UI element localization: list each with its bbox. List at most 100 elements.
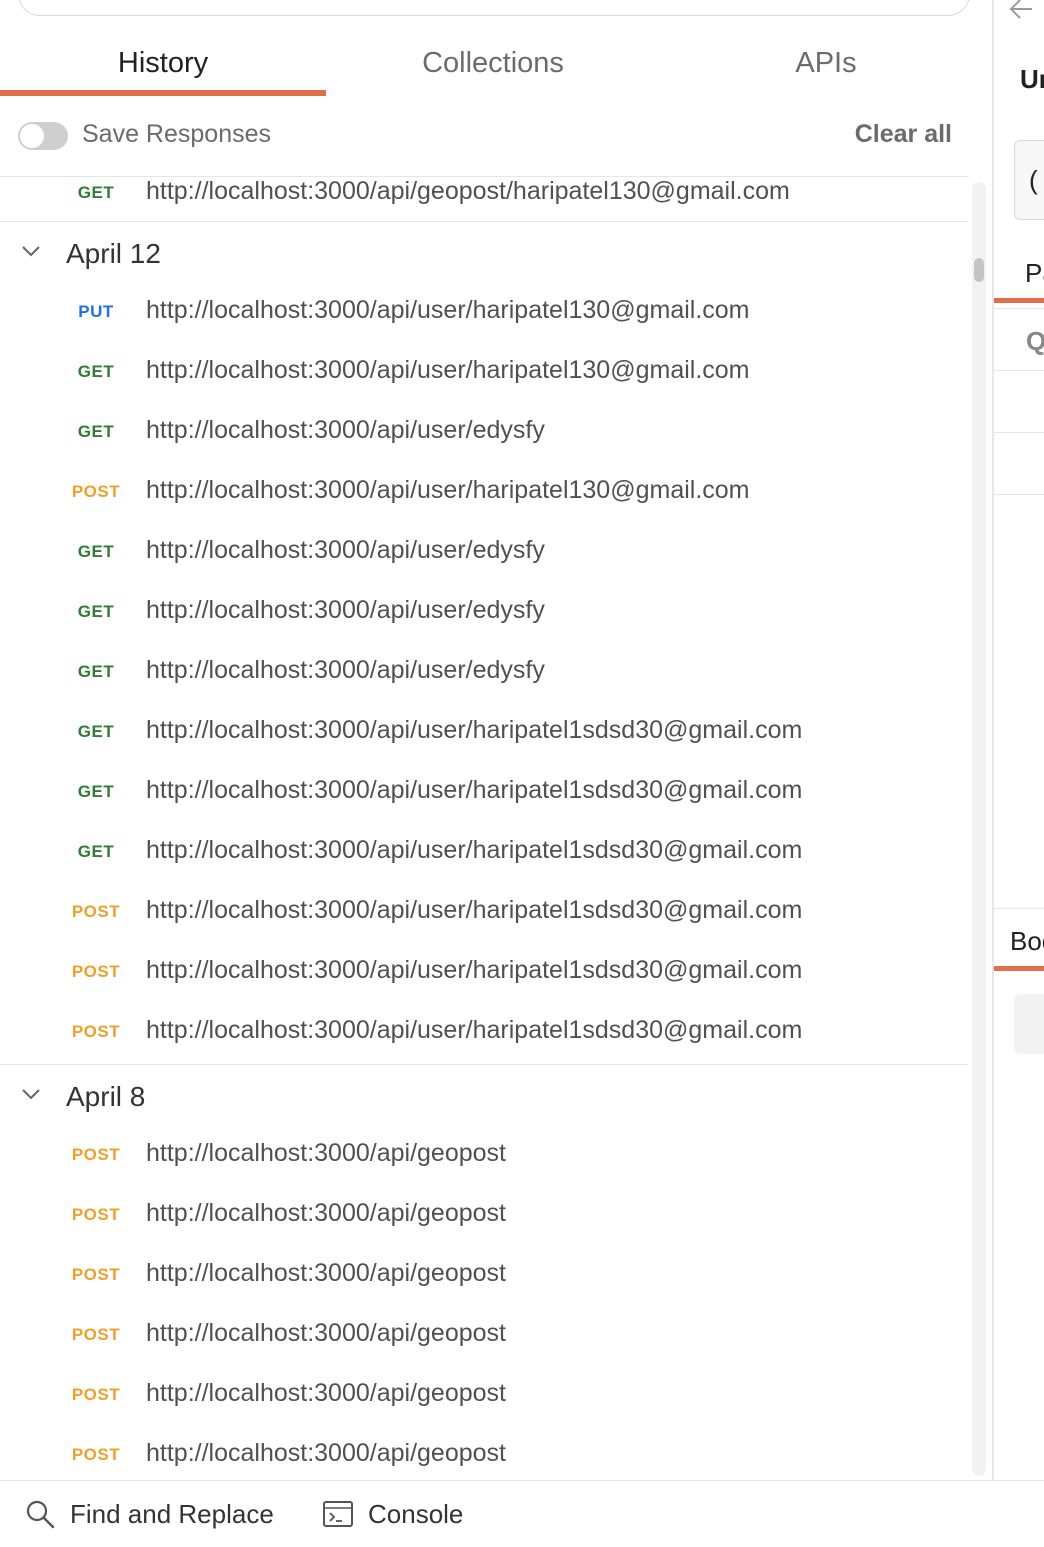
save-responses-toggle[interactable] [18, 122, 68, 150]
active-tab-indicator [0, 90, 326, 96]
status-bar: Find and Replace Console [0, 1480, 1044, 1547]
chevron-down-icon [22, 246, 40, 257]
tab-body[interactable]: Boo [1010, 926, 1044, 957]
tab-collections[interactable]: Collections [326, 30, 660, 96]
history-item[interactable]: GET http://localhost:3000/api/geopost/har… [0, 177, 968, 221]
request-url: http://localhost:3000/api/geopost [146, 1259, 506, 1287]
back-arrow-icon[interactable] [1006, 0, 1036, 22]
history-item[interactable]: GET http://localhost:3000/api/user/edysfy [0, 404, 968, 464]
history-item[interactable]: POST http://localhost:3000/api/geopost [0, 1367, 968, 1427]
history-item[interactable]: GET http://localhost:3000/api/user/haripa… [0, 704, 968, 764]
divider [994, 908, 1044, 909]
history-item[interactable]: GET http://localhost:3000/api/user/edysfy [0, 584, 968, 644]
params-tab-indicator [994, 298, 1044, 303]
console-button[interactable]: Console [322, 1481, 463, 1547]
request-url: http://localhost:3000/api/geopost [146, 1319, 506, 1347]
save-responses-label: Save Responses [82, 120, 272, 148]
method-badge: POST [71, 902, 121, 921]
console-icon [323, 1501, 353, 1527]
request-title: Ur [1020, 64, 1044, 94]
request-url: http://localhost:3000/api/user/haripatel… [146, 296, 750, 324]
request-url: http://localhost:3000/api/user/edysfy [146, 536, 545, 564]
request-url: http://localhost:3000/api/user/edysfy [146, 416, 545, 444]
history-item[interactable]: POST http://localhost:3000/api/geopost [0, 1307, 968, 1367]
toggle-knob [20, 124, 44, 148]
console-label: Console [368, 1498, 464, 1529]
history-item[interactable]: POST http://localhost:3000/api/user/harip… [0, 884, 968, 944]
request-url: http://localhost:3000/api/user/haripatel… [146, 776, 803, 804]
body-tab-indicator [994, 966, 1044, 971]
method-badge: GET [77, 782, 115, 801]
search-icon [26, 1500, 55, 1529]
history-item[interactable]: POST http://localhost:3000/api/user/harip… [0, 1004, 968, 1064]
history-list: GET http://localhost:3000/api/geopost/har… [0, 176, 968, 1481]
request-url: http://localhost:3000/api/geopost/haripa… [146, 177, 790, 205]
group-date: April 12 [66, 238, 161, 269]
request-url: http://localhost:3000/api/geopost [146, 1139, 506, 1167]
find-and-replace-label: Find and Replace [70, 1498, 274, 1529]
request-url: http://localhost:3000/api/user/haripatel… [146, 956, 803, 984]
find-and-replace-button[interactable]: Find and Replace [24, 1481, 274, 1547]
history-item[interactable]: GET http://localhost:3000/api/user/haripa… [0, 764, 968, 824]
history-item[interactable]: GET http://localhost:3000/api/user/haripa… [0, 344, 968, 404]
divider [994, 308, 1044, 309]
divider [994, 370, 1044, 371]
sidebar-tabs: History Collections APIs [0, 30, 992, 96]
method-badge: GET [77, 542, 115, 561]
request-url: http://localhost:3000/api/geopost [146, 1379, 506, 1407]
history-item[interactable]: PUT http://localhost:3000/api/user/haripa… [0, 284, 968, 344]
group-date: April 8 [66, 1081, 146, 1112]
method-badge: POST [71, 962, 121, 981]
method-badge: POST [71, 482, 121, 501]
method-badge: GET [77, 183, 115, 202]
history-item[interactable]: POST http://localhost:3000/api/user/harip… [0, 944, 968, 1004]
method-badge: POST [71, 1385, 121, 1404]
history-item[interactable]: GET http://localhost:3000/api/user/edysfy [0, 644, 968, 704]
request-url: http://localhost:3000/api/geopost [146, 1199, 506, 1227]
response-placeholder [1014, 994, 1044, 1054]
divider [994, 432, 1044, 433]
method-badge: GET [77, 722, 115, 741]
chevron-down-icon [22, 1089, 40, 1100]
request-url: http://localhost:3000/api/user/haripatel… [146, 1016, 803, 1044]
tab-params[interactable]: Pa [1025, 258, 1044, 289]
request-url: http://localhost:3000/api/user/haripatel… [146, 716, 803, 744]
method-badge: GET [77, 362, 115, 381]
query-params-label: Q [1026, 326, 1044, 356]
history-date-group[interactable]: April 12 [0, 222, 968, 284]
history-item[interactable]: POST http://localhost:3000/api/geopost [0, 1247, 968, 1307]
scrollbar-thumb[interactable] [974, 258, 984, 282]
method-badge: PUT [78, 302, 114, 321]
divider [994, 494, 1044, 495]
request-url: http://localhost:3000/api/user/edysfy [146, 596, 545, 624]
request-url: http://localhost:3000/api/user/haripatel… [146, 836, 803, 864]
method-badge: GET [77, 842, 115, 861]
method-badge: POST [71, 1325, 121, 1344]
clear-all-button[interactable]: Clear all [855, 120, 952, 149]
history-item[interactable]: POST http://localhost:3000/api/geopost [0, 1127, 968, 1187]
method-badge: GET [77, 602, 115, 621]
scrollbar[interactable] [972, 182, 986, 1476]
method-badge: POST [71, 1205, 121, 1224]
tab-apis[interactable]: APIs [660, 30, 992, 96]
method-badge: GET [77, 422, 115, 441]
tab-history[interactable]: History [0, 30, 326, 96]
history-item[interactable]: POST http://localhost:3000/api/geopost [0, 1427, 968, 1481]
method-badge: GET [77, 662, 115, 681]
method-select[interactable]: ( [1014, 140, 1044, 220]
history-item[interactable]: POST http://localhost:3000/api/geopost [0, 1187, 968, 1247]
history-sidebar: History Collections APIs Save Responses … [0, 0, 992, 1546]
history-toolbar: Save Responses Clear all [0, 108, 992, 164]
search-input[interactable] [18, 0, 970, 16]
history-item[interactable]: GET http://localhost:3000/api/user/haripa… [0, 824, 968, 884]
request-url: http://localhost:3000/api/user/haripatel… [146, 476, 750, 504]
request-url: http://localhost:3000/api/geopost [146, 1439, 506, 1467]
history-item[interactable]: POST http://localhost:3000/api/user/harip… [0, 464, 968, 524]
method-badge: POST [71, 1145, 121, 1164]
history-date-group[interactable]: April 8 [0, 1065, 968, 1127]
request-url: http://localhost:3000/api/user/edysfy [146, 656, 545, 684]
request-url: http://localhost:3000/api/user/haripatel… [146, 356, 750, 384]
method-badge: POST [71, 1022, 121, 1041]
history-item[interactable]: GET http://localhost:3000/api/user/edysfy [0, 524, 968, 584]
method-badge: POST [71, 1445, 121, 1464]
